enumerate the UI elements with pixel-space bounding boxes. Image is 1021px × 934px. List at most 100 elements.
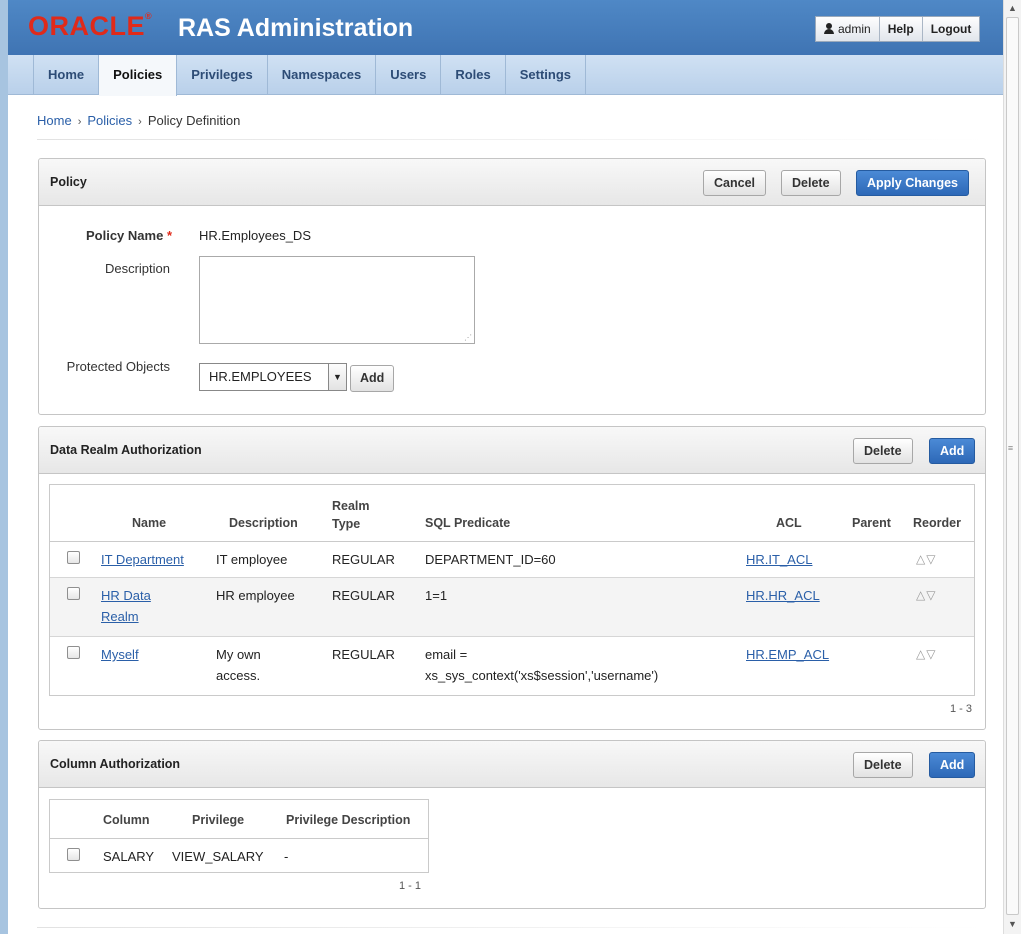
realm-sql-predicate: email = xs_sys_context('xs$session','use…: [425, 647, 659, 683]
realm-sql-predicate: DEPARTMENT_ID=60: [425, 552, 556, 567]
breadcrumb: Home › Policies › Policy Definition: [37, 113, 240, 128]
realm-acl-link[interactable]: HR.IT_ACL: [746, 549, 812, 570]
breadcrumb-policies[interactable]: Policies: [87, 113, 132, 128]
protected-objects-label: Protected Objects: [66, 359, 170, 374]
policy-name-value: HR.Employees_DS: [199, 228, 311, 243]
realm-type: REGULAR: [332, 647, 395, 662]
reorder-up-icon[interactable]: △: [916, 647, 926, 661]
realm-acl-link[interactable]: HR.HR_ACL: [746, 585, 820, 606]
add-protected-object-button[interactable]: Add: [350, 365, 395, 392]
header-realm-type[interactable]: Realm Type: [332, 497, 370, 533]
realm-description: My own access.: [216, 647, 261, 683]
tab-users[interactable]: Users: [376, 55, 442, 94]
header-sql-predicate[interactable]: SQL Predicate: [425, 514, 510, 532]
user-icon: [824, 23, 834, 34]
reorder-down-icon[interactable]: ▽: [926, 552, 936, 566]
header-acl[interactable]: ACL: [776, 514, 802, 532]
required-marker: *: [166, 228, 172, 243]
description-label: Description: [104, 261, 170, 276]
reorder-up-icon[interactable]: △: [916, 552, 926, 566]
header-privilege[interactable]: Privilege: [192, 811, 244, 829]
logout-link[interactable]: Logout: [921, 17, 980, 41]
row-checkbox[interactable]: [67, 587, 80, 600]
realm-pagination: 1 - 3: [950, 703, 973, 715]
breadcrumb-separator-icon: ›: [77, 116, 82, 128]
realm-name-link[interactable]: Myself: [101, 644, 139, 665]
policy-region-title: Policy: [50, 175, 87, 189]
reorder-arrows: △▽: [916, 588, 936, 602]
delete-realm-button[interactable]: Delete: [853, 438, 913, 464]
reorder-arrows: △▽: [916, 552, 936, 566]
breadcrumb-current: Policy Definition: [147, 113, 241, 128]
row-checkbox[interactable]: [67, 848, 80, 861]
table-row: SALARY VIEW_SALARY -: [50, 839, 428, 873]
tab-privileges[interactable]: Privileges: [177, 55, 268, 94]
table-row: IT Department IT employee REGULAR DEPART…: [50, 542, 974, 578]
realm-type: REGULAR: [332, 588, 395, 603]
left-border: [0, 0, 8, 934]
column-authorization-region-title: Column Authorization: [50, 757, 181, 771]
table-row: HR Data Realm HR employee REGULAR 1=1 HR…: [50, 578, 974, 637]
description-textarea[interactable]: ⋰: [199, 256, 475, 344]
reorder-down-icon[interactable]: ▽: [926, 588, 936, 602]
reorder-arrows: △▽: [916, 647, 936, 661]
delete-column-button[interactable]: Delete: [853, 752, 913, 778]
user-menu[interactable]: admin: [816, 17, 879, 41]
header-privilege-description[interactable]: Privilege Description: [286, 811, 410, 829]
table-header: Name Description Realm Type SQL Predicat…: [50, 485, 974, 542]
policy-region: Policy Cancel Delete Apply Changes: [38, 158, 986, 415]
realm-type: REGULAR: [332, 552, 395, 567]
logo-text: ORACLE: [28, 11, 145, 41]
delete-policy-button[interactable]: Delete: [781, 170, 841, 196]
breadcrumb-home[interactable]: Home: [37, 113, 72, 128]
divider: [37, 139, 987, 140]
row-checkbox[interactable]: [67, 646, 80, 659]
column-authorization-region-header: Column Authorization Delete Add: [39, 741, 985, 788]
user-navigation: admin Help Logout: [815, 16, 981, 42]
add-column-button[interactable]: Add: [929, 752, 976, 778]
protected-objects-value: HR.EMPLOYEES: [209, 369, 312, 384]
realm-name-link[interactable]: HR Data Realm: [101, 585, 151, 627]
protected-objects-select[interactable]: HR.EMPLOYEES ▼: [199, 363, 347, 391]
cancel-button[interactable]: Cancel: [703, 170, 766, 196]
tab-home[interactable]: Home: [33, 55, 100, 94]
reorder-up-icon[interactable]: △: [916, 588, 926, 602]
main-tabs: Home Policies Privileges Namespaces User…: [8, 55, 1003, 96]
help-link[interactable]: Help: [878, 17, 922, 41]
tab-settings[interactable]: Settings: [506, 55, 587, 94]
column-privilege: VIEW_SALARY: [172, 849, 264, 864]
realm-acl-link[interactable]: HR.EMP_ACL: [746, 644, 829, 665]
data-realm-region-title: Data Realm Authorization: [50, 443, 202, 457]
scroll-up-icon[interactable]: ▲: [1004, 0, 1021, 17]
column-pagination: 1 - 1: [399, 880, 422, 892]
oracle-logo[interactable]: ORACLE®: [28, 11, 152, 42]
scroll-down-icon[interactable]: ▼: [1004, 916, 1021, 933]
policy-name-label: Policy Name *: [85, 228, 172, 243]
header-column[interactable]: Column: [103, 811, 150, 829]
column-name: SALARY: [103, 849, 155, 864]
header-name[interactable]: Name: [132, 514, 166, 532]
tab-policies[interactable]: Policies: [99, 55, 178, 96]
apply-changes-button[interactable]: Apply Changes: [856, 170, 969, 196]
column-privilege-description: -: [284, 849, 289, 864]
vertical-scrollbar[interactable]: ▲ ≡ ▼: [1003, 0, 1021, 934]
chevron-down-icon[interactable]: ▼: [328, 364, 346, 390]
realm-name-link[interactable]: IT Department: [101, 549, 184, 570]
table-header: Column Privilege Privilege Description: [50, 800, 428, 839]
breadcrumb-separator-icon: ›: [138, 116, 142, 128]
header-reorder: Reorder: [913, 516, 961, 530]
realm-description: HR employee: [216, 588, 295, 603]
tab-roles[interactable]: Roles: [441, 55, 506, 94]
scroll-grip-icon: ≡: [1007, 443, 1014, 453]
tab-namespaces[interactable]: Namespaces: [268, 55, 377, 94]
row-checkbox[interactable]: [67, 551, 80, 564]
reorder-down-icon[interactable]: ▽: [926, 647, 936, 661]
scroll-thumb[interactable]: [1006, 17, 1019, 915]
column-authorization-table: Column Privilege Privilege Description S…: [49, 799, 429, 873]
header-parent[interactable]: Parent: [852, 514, 891, 532]
data-realm-region-header: Data Realm Authorization Delete Add: [39, 427, 985, 474]
add-realm-button[interactable]: Add: [929, 438, 976, 464]
data-realm-table: Name Description Realm Type SQL Predicat…: [49, 484, 975, 696]
header-description[interactable]: Description: [229, 514, 298, 532]
resize-grip-icon[interactable]: ⋰: [464, 334, 472, 342]
